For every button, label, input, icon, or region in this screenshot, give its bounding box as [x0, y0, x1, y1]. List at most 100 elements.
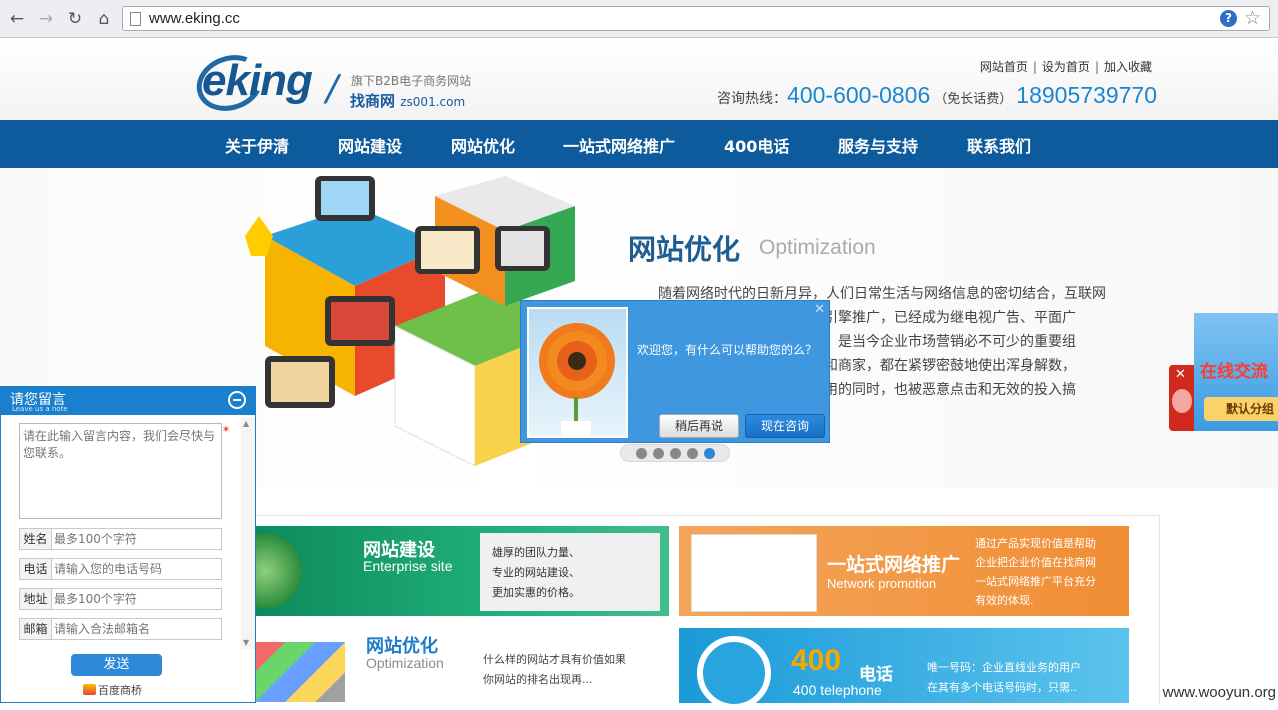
message-textarea[interactable] [19, 423, 222, 519]
slide-dot[interactable] [686, 447, 698, 459]
service-desc: 什么样的网站才具有价值如果 你网站的排名出现再... [483, 650, 663, 690]
service-desc-line: 唯一号码：企业直线业务的用户 [927, 661, 1081, 674]
service-desc: 通过产品实现价值是帮助 企业把企业价值在找商网 一站式网络推广平台充分 有效的体… [975, 534, 1125, 610]
scroll-down-icon[interactable]: ▼ [243, 638, 249, 647]
nav-item-optimization[interactable]: 网站优化 [451, 133, 515, 157]
email-field: 邮箱 [19, 618, 222, 640]
link-home[interactable]: 网站首页 [975, 60, 1033, 74]
telephone-icon [697, 636, 771, 710]
service-title-en: Enterprise site [363, 558, 453, 574]
service-title-number: 400 [791, 644, 842, 677]
slide-indicator [620, 444, 730, 462]
address-input[interactable] [52, 589, 221, 609]
browser-toolbar: ← → ↻ ⌂ www.eking.cc ? ☆ [0, 0, 1278, 38]
note-panel-subtitle: Leave us a note [12, 405, 68, 413]
link-set-home[interactable]: 设为首页 [1037, 60, 1095, 74]
nav-item-support[interactable]: 服务与支持 [838, 133, 918, 157]
service-desc-line: 通过产品实现价值是帮助 [975, 537, 1096, 550]
send-button[interactable]: 发送 [71, 654, 162, 676]
slide-dot[interactable] [635, 447, 647, 459]
nav-item-promotion[interactable]: 一站式网络推广 [563, 133, 675, 157]
logo-brand: eking [202, 56, 313, 105]
help-icon[interactable]: ? [1220, 10, 1237, 27]
logo-slogan: 旗下B2B电子商务网站 [351, 74, 472, 88]
required-marker: * [223, 424, 229, 438]
nav-item-400-phone[interactable]: 400电话 [724, 133, 789, 157]
hotline-number: 400-600-0806 [787, 82, 931, 108]
service-desc-line: 什么样的网站才具有价值如果 [483, 653, 626, 666]
service-desc-line: 你网站的排名出现再... [483, 673, 593, 686]
field-label: 姓名 [20, 529, 52, 549]
close-icon[interactable]: ✕ [814, 302, 825, 317]
logo-sub-brand-name: 找商网 [350, 92, 396, 110]
service-400-telephone[interactable]: 400 电话 400 telephone 唯一号码：企业直线业务的用户 在其有多… [679, 628, 1129, 710]
watermark: www.wooyun.org [1162, 684, 1276, 701]
link-favorite[interactable]: 加入收藏 [1099, 60, 1157, 74]
scrollbar[interactable]: ▲ ▼ [241, 417, 255, 649]
bookmark-star-icon[interactable]: ☆ [1244, 7, 1261, 29]
service-optimization[interactable]: 网站优化 Optimization 什么样的网站才具有价值如果 你网站的排名出现… [255, 628, 669, 703]
page-icon [130, 12, 141, 26]
name-input[interactable] [52, 529, 221, 549]
website-screenshot-thumbnail [691, 534, 817, 612]
close-icon[interactable]: ✕ [1175, 367, 1186, 382]
field-label: 地址 [20, 589, 52, 609]
shangqiao-icon [83, 684, 96, 695]
top-links: 网站首页 | 设为首页 | 加入收藏 [975, 58, 1157, 75]
service-desc-line: 雄厚的团队力量、 [492, 546, 580, 559]
reload-icon[interactable]: ↻ [64, 8, 86, 30]
url-text[interactable]: www.eking.cc [149, 10, 240, 27]
baidu-shangqiao-link[interactable]: 百度商桥 [83, 682, 142, 698]
hotline-label: 咨询热线： [717, 91, 788, 107]
phone-input[interactable] [52, 559, 221, 579]
baidu-paw-icon [1172, 389, 1192, 413]
chat-invite-popup: ✕ 欢迎您，有什么可以帮助您的么？ 稍后再说 现在咨询 [520, 300, 830, 443]
mobile-number: 18905739770 [1016, 82, 1157, 108]
slide-dot[interactable] [669, 447, 681, 459]
field-label: 邮箱 [20, 619, 52, 639]
service-title-en: Optimization [366, 655, 444, 671]
slide-dot[interactable] [652, 447, 664, 459]
flower-photo [527, 307, 628, 438]
banner-title: 网站优化 [628, 233, 741, 266]
online-chat-group[interactable]: 默认分组 [1204, 397, 1278, 421]
logo-sub-domain: zs001.com [400, 95, 466, 109]
site-logo[interactable]: eking / 旗下B2B电子商务网站 找商网 zs001.com [188, 45, 496, 121]
chat-message: 欢迎您，有什么可以帮助您的么？ [637, 343, 818, 357]
service-desc-line: 有效的体现. [975, 594, 1034, 607]
address-field: 地址 [19, 588, 222, 610]
shangqiao-label: 百度商桥 [98, 684, 142, 697]
later-button[interactable]: 稍后再说 [659, 414, 739, 438]
service-desc-line: 企业把企业价值在找商网 [975, 556, 1096, 569]
main-nav: 关于伊清 网站建设 网站优化 一站式网络推广 400电话 服务与支持 联系我们 [0, 120, 1278, 168]
scroll-up-icon[interactable]: ▲ [243, 419, 249, 428]
email-input[interactable] [52, 619, 221, 639]
service-title-en: 400 telephone [793, 682, 882, 698]
online-chat-tab[interactable]: ✕ [1169, 365, 1195, 431]
service-promotion[interactable]: 一站式网络推广 Network promotion 通过产品实现价值是帮助 企业… [679, 526, 1129, 616]
forward-icon[interactable]: → [35, 8, 57, 30]
back-icon[interactable]: ← [6, 8, 28, 30]
address-bar[interactable]: www.eking.cc ? ☆ [122, 6, 1270, 31]
globe-icon [255, 526, 315, 616]
nav-item-site-building[interactable]: 网站建设 [338, 133, 402, 157]
service-site-building[interactable]: 网站建设 Enterprise site 雄厚的团队力量、 专业的网站建设、 更… [255, 526, 669, 616]
banner-title-en: Optimization [759, 236, 876, 259]
online-chat-title: 在线交流 [1200, 362, 1268, 382]
hotline-free-note: （免长话费） [934, 92, 1013, 107]
cubes-icon [255, 642, 345, 702]
note-panel-header[interactable]: 请您留言 Leave us a note [1, 387, 255, 415]
consult-now-button[interactable]: 现在咨询 [745, 414, 825, 438]
flower-image [539, 323, 615, 436]
leave-note-panel: 请您留言 Leave us a note * ▲ ▼ 姓名 电话 地址 邮箱 发… [0, 386, 256, 703]
slide-dot-active[interactable] [703, 447, 715, 459]
nav-item-contact[interactable]: 联系我们 [967, 133, 1031, 157]
phone-field: 电话 [19, 558, 222, 580]
hotline: 咨询热线： 400-600-0806 （免长话费） 18905739770 [717, 82, 1157, 109]
service-desc: 唯一号码：企业直线业务的用户 在其有多个电话号码时，只需.. [927, 658, 1127, 698]
online-chat-panel[interactable]: 在线交流 默认分组 [1194, 313, 1278, 431]
minimize-icon[interactable] [228, 391, 246, 409]
home-icon[interactable]: ⌂ [93, 8, 115, 30]
name-field: 姓名 [19, 528, 222, 550]
nav-item-about[interactable]: 关于伊清 [225, 133, 289, 157]
